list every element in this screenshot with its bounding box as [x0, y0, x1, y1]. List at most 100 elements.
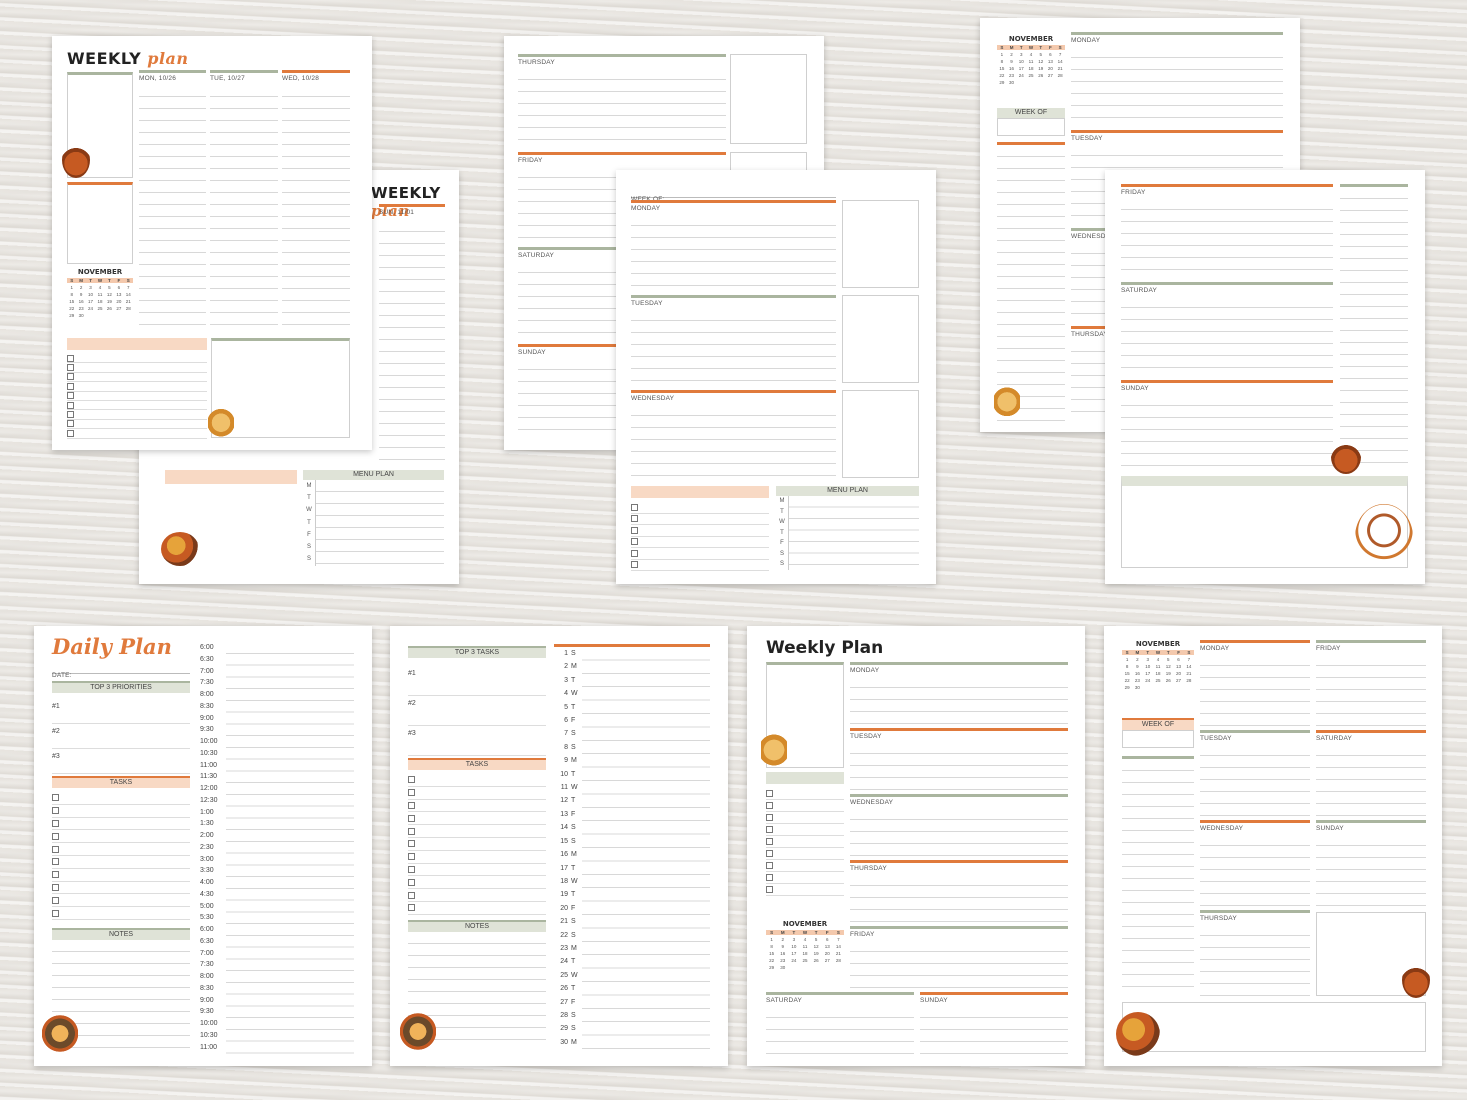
time-label: 11:00 — [200, 761, 217, 769]
calendar-weekday: M — [76, 278, 86, 283]
calendar-date: 9 — [79, 292, 83, 297]
menu-plan: MENU PLAN MTWTFSS — [776, 486, 919, 572]
calendar-date: 14 — [1057, 59, 1063, 64]
day-number: 19 — [560, 891, 568, 899]
time-label: 1:00 — [200, 808, 214, 816]
task-checkbox[interactable] — [67, 401, 74, 409]
task-checkbox[interactable] — [408, 878, 415, 886]
task-checkbox[interactable] — [766, 814, 773, 821]
task-checkbox[interactable] — [408, 814, 415, 822]
task-checkbox[interactable] — [408, 891, 415, 899]
time-label: 6:30 — [200, 655, 214, 663]
calendar-date: 12 — [813, 944, 819, 949]
task-checkbox[interactable] — [766, 850, 773, 857]
task-checkbox[interactable] — [631, 561, 638, 569]
task-checkbox[interactable] — [408, 904, 415, 912]
time-label: 4:30 — [200, 890, 214, 898]
task-checkbox[interactable] — [52, 883, 59, 891]
task-checkbox[interactable] — [52, 909, 59, 917]
task-checkbox[interactable] — [408, 776, 415, 784]
task-checkbox[interactable] — [631, 503, 638, 511]
calendar-weekday: S — [766, 930, 778, 935]
task-checkbox[interactable] — [52, 832, 59, 840]
calendar-date: 14 — [835, 944, 841, 949]
task-checkbox[interactable] — [766, 790, 773, 797]
task-checkbox[interactable] — [67, 411, 74, 419]
calendar-date: 18 — [97, 299, 103, 304]
task-row — [67, 392, 207, 401]
day-label: WEDNESDAY — [1200, 825, 1244, 832]
task-checkbox[interactable] — [52, 871, 59, 879]
task-checkbox[interactable] — [631, 515, 638, 523]
calendar-date: 12 — [1165, 664, 1171, 669]
top-tasks-section: TOP 3 TASKS #1 #2 #3 — [408, 646, 546, 756]
task-checkbox[interactable] — [408, 789, 415, 797]
task-checkbox[interactable] — [631, 538, 638, 546]
day-number: 28 — [560, 1011, 568, 1019]
day-letter: S — [571, 1025, 576, 1033]
week-of-field[interactable]: WEEK OF: — [631, 188, 836, 203]
task-checkbox[interactable] — [67, 420, 74, 428]
task-checkbox[interactable] — [67, 354, 74, 362]
task-checkbox[interactable] — [408, 865, 415, 873]
day-label: SUN, 11/01 — [379, 209, 415, 216]
time-label: 4:00 — [200, 879, 214, 886]
day-letter: T — [571, 891, 576, 899]
task-checkbox[interactable] — [52, 858, 59, 866]
calendar-date: 30 — [78, 313, 84, 318]
calendar-date: 20 — [1047, 66, 1053, 71]
task-checkbox[interactable] — [52, 794, 59, 802]
day-lines — [1316, 834, 1426, 906]
time-label: 7:00 — [200, 949, 214, 957]
task-checkbox[interactable] — [52, 807, 59, 815]
day-letter: T — [571, 703, 576, 711]
task-checkbox[interactable] — [631, 526, 638, 534]
mason-jar-icon — [208, 404, 234, 438]
task-checkbox[interactable] — [408, 801, 415, 809]
day-block: THURSDAY — [850, 860, 1068, 922]
day-column-2: TUE, 10/27 — [210, 70, 278, 333]
week-of-box[interactable] — [1122, 730, 1194, 748]
task-checkbox[interactable] — [408, 840, 415, 848]
calendar-date: 22 — [69, 306, 75, 311]
task-checkbox[interactable] — [766, 826, 773, 833]
time-label: 9:30 — [200, 1008, 214, 1016]
task-row — [52, 869, 190, 882]
day-label: WEDNESDAY — [850, 799, 894, 806]
day-letter: S — [571, 931, 576, 939]
task-checkbox[interactable] — [766, 886, 773, 893]
task-checkbox[interactable] — [67, 364, 74, 372]
task-checkbox[interactable] — [52, 845, 59, 853]
task-checkbox[interactable] — [631, 549, 638, 557]
task-row — [67, 429, 207, 439]
date-field[interactable]: DATE: — [52, 664, 190, 679]
sunflower-basket-icon — [161, 532, 199, 566]
calendar-date: 1 — [70, 285, 73, 290]
task-checkbox[interactable] — [408, 853, 415, 861]
menu-day-letter: W — [306, 507, 312, 514]
left-day-blocks: MONDAY TUESDAY WEDNESDAY THURSDAY — [1200, 640, 1310, 1000]
task-checkbox[interactable] — [766, 862, 773, 869]
day-letter: W — [571, 690, 578, 698]
week-of-label: WEEK OF — [997, 108, 1065, 118]
time-label: 6:30 — [200, 937, 214, 945]
task-checkbox[interactable] — [408, 827, 415, 835]
task-checkbox[interactable] — [67, 373, 74, 381]
calendar-date: 10 — [88, 292, 94, 297]
task-checkbox[interactable] — [67, 429, 74, 437]
day-label: WEDNESDAY — [631, 395, 675, 402]
calendar-date: 16 — [1009, 66, 1015, 71]
task-checkbox[interactable] — [67, 382, 74, 390]
task-checkbox[interactable] — [52, 819, 59, 827]
task-checkbox[interactable] — [766, 874, 773, 881]
day-number: 16 — [560, 851, 568, 859]
weekly-plan-sheet-bottom: Weekly Plan NOVEMBER S M T W T F S 1 2 3 4 5 6 7 8 9 10 1… — [747, 626, 1085, 1066]
task-checkbox[interactable] — [766, 802, 773, 809]
calendar-date: 29 — [769, 965, 775, 970]
calendar-date: 3 — [792, 937, 796, 942]
task-checkbox[interactable] — [766, 838, 773, 845]
task-checkbox[interactable] — [67, 392, 74, 400]
week-of-box[interactable] — [997, 118, 1065, 136]
task-row — [52, 856, 190, 869]
task-checkbox[interactable] — [52, 896, 59, 904]
